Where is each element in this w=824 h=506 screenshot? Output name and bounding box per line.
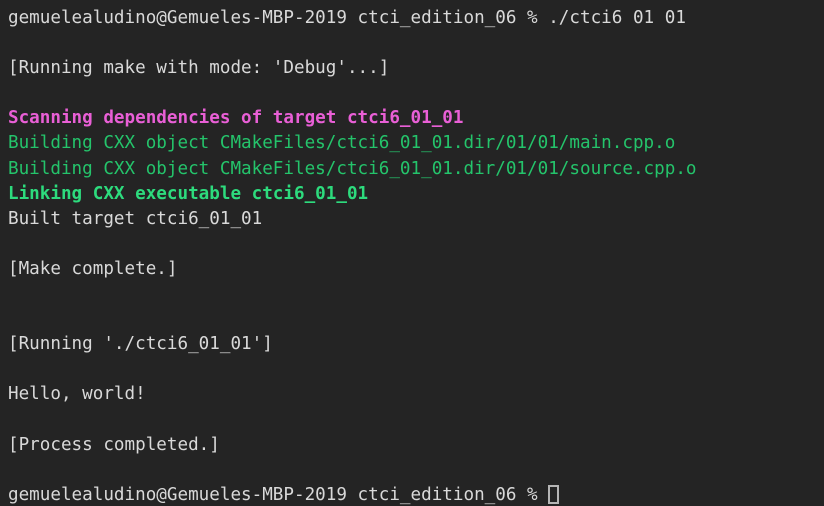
blank-1-text-0: [8, 33, 19, 53]
prompt-command-line-text-0: gemuelealudino@Gemueles-MBP-2019 ctci_ed…: [8, 8, 686, 28]
blank-6-text-0: [8, 359, 19, 379]
running-binary-line: [Running './ctci6_01_01']: [8, 332, 824, 357]
process-completed-line: [Process completed.]: [8, 433, 824, 458]
blank-4-text-0: [8, 284, 19, 304]
blank-2-text-0: [8, 83, 19, 103]
built-target-line-text-0: Built target ctci6_01_01: [8, 208, 263, 229]
terminal-output-area[interactable]: gemuelealudino@Gemueles-MBP-2019 ctci_ed…: [0, 0, 824, 506]
final-prompt-line-text-0: gemuelealudino@Gemueles-MBP-2019 ctci_ed…: [8, 484, 549, 505]
scanning-dependencies-line: Scanning dependencies of target ctci6_01…: [8, 106, 824, 131]
scanning-dependencies-line-text-0: Scanning dependencies of target ctci6_01…: [8, 108, 464, 129]
make-complete-line-text-0: [Make complete.]: [8, 258, 178, 279]
blank-4: [8, 282, 824, 307]
building-source-line-text-0: Building CXX object CMakeFiles/ctci6_01_…: [8, 158, 697, 179]
make-complete-line: [Make complete.]: [8, 257, 824, 282]
make-mode-line-text-0: [Running make with mode: 'Debug'...]: [8, 58, 390, 79]
running-binary-line-text-0: [Running './ctci6_01_01']: [8, 334, 273, 355]
building-main-line: Building CXX object CMakeFiles/ctci6_01_…: [8, 131, 824, 156]
program-output-line: Hello, world!: [8, 382, 824, 407]
built-target-line: Built target ctci6_01_01: [8, 207, 824, 232]
linking-line-text-0: Linking CXX executable ctci6_01_01: [8, 183, 369, 204]
blank-8: [8, 458, 824, 483]
prompt-command-line: gemuelealudino@Gemueles-MBP-2019 ctci_ed…: [8, 6, 824, 31]
blank-6: [8, 357, 824, 382]
building-source-line: Building CXX object CMakeFiles/ctci6_01_…: [8, 157, 824, 182]
blank-3-text-0: [8, 234, 19, 254]
text-cursor: [548, 484, 559, 504]
terminal-window[interactable]: gemuelealudino@Gemueles-MBP-2019 ctci_ed…: [0, 0, 824, 506]
blank-7: [8, 408, 824, 433]
process-completed-line-text-0: [Process completed.]: [8, 434, 220, 455]
blank-3: [8, 232, 824, 257]
blank-8-text-0: [8, 460, 19, 480]
linking-line: Linking CXX executable ctci6_01_01: [8, 182, 824, 207]
blank-2: [8, 81, 824, 106]
blank-7-text-0: [8, 410, 19, 430]
program-output-line-text-0: Hello, world!: [8, 384, 146, 405]
blank-5: [8, 307, 824, 332]
make-mode-line: [Running make with mode: 'Debug'...]: [8, 56, 824, 81]
building-main-line-text-0: Building CXX object CMakeFiles/ctci6_01_…: [8, 133, 676, 154]
blank-5-text-0: [8, 309, 19, 329]
blank-1: [8, 31, 824, 56]
final-prompt-line: gemuelealudino@Gemueles-MBP-2019 ctci_ed…: [8, 483, 824, 506]
